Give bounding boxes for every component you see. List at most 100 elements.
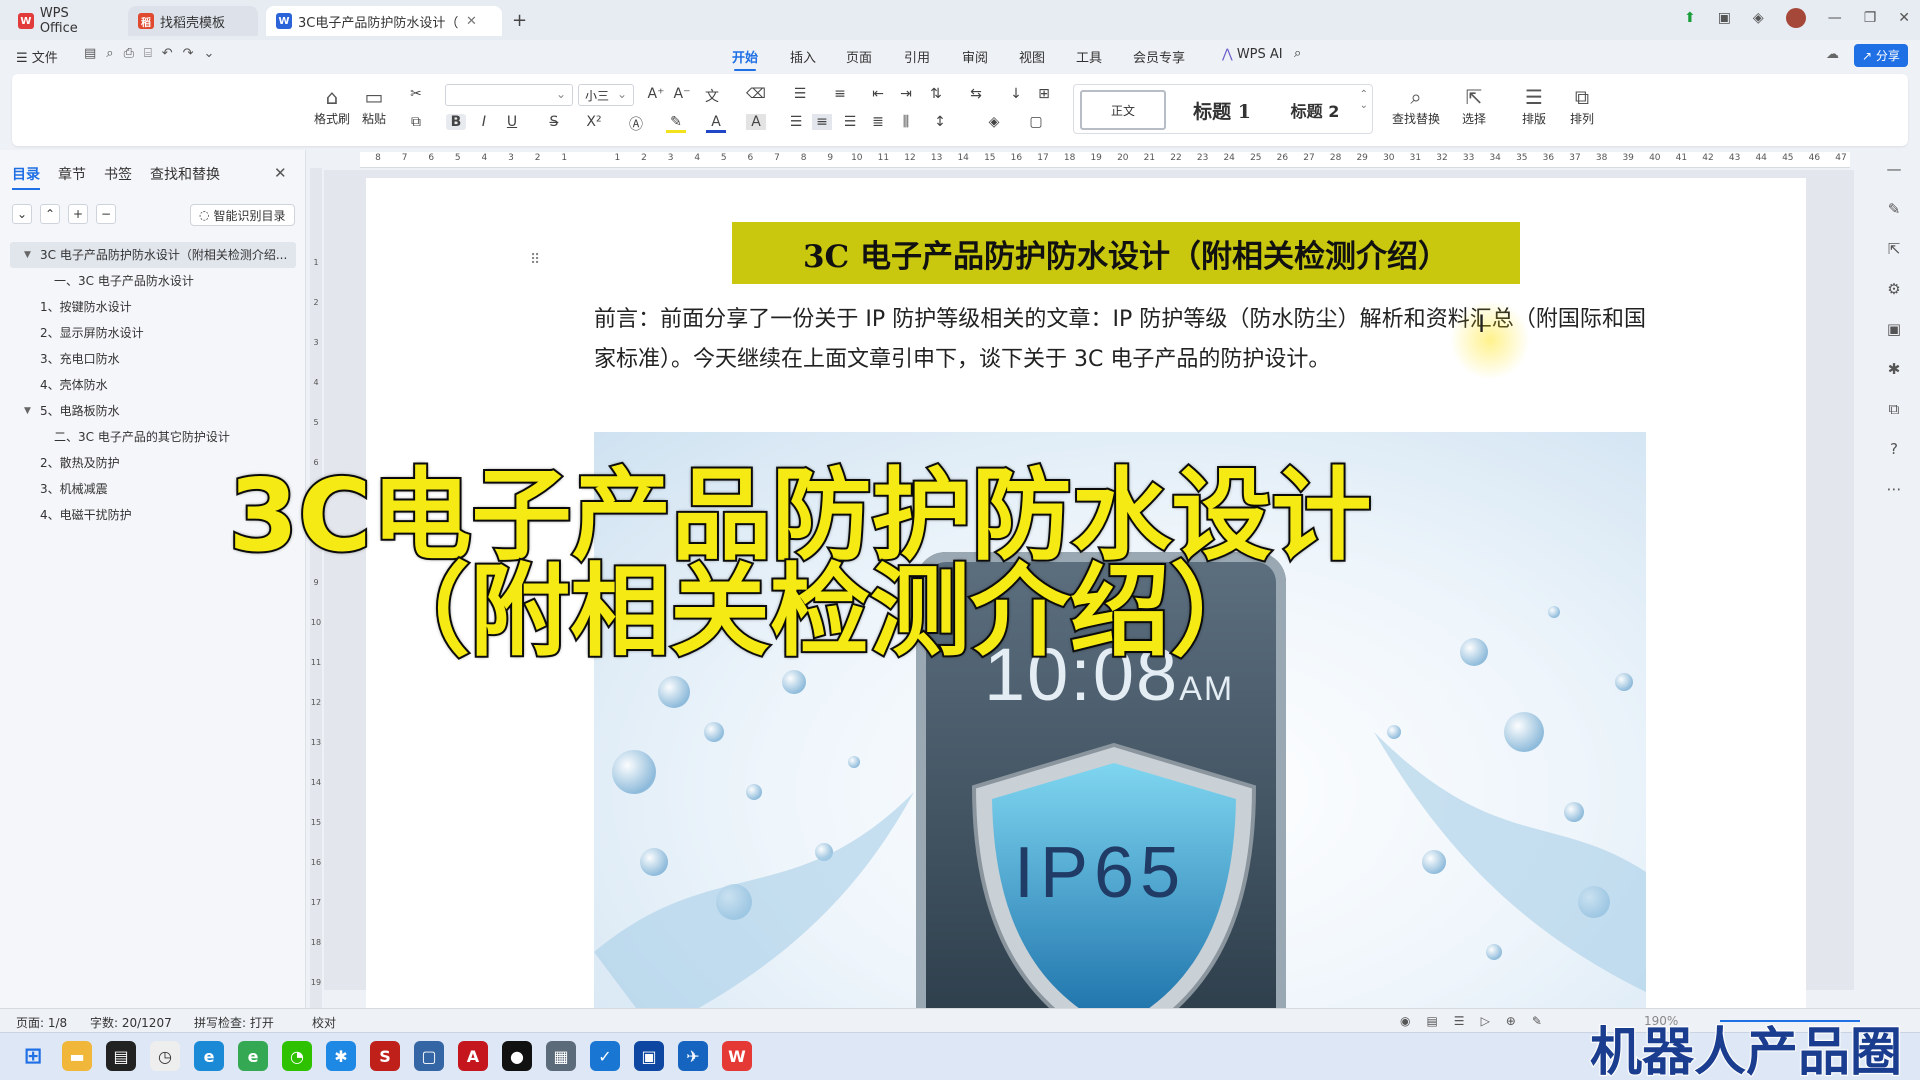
tab-page[interactable]: 页面 [846,47,872,66]
upload-icon[interactable]: ⬆ [1684,10,1696,26]
tab-template[interactable]: 稻 找稻壳模板 [128,6,258,36]
new-tab-icon[interactable]: + [512,10,527,31]
sidebar-tab-toc[interactable]: 目录 [12,164,40,190]
table-icon[interactable]: ⊞ [1034,86,1054,102]
toc-item[interactable]: 4、壳体防水 [10,372,296,398]
edge-icon[interactable]: e [194,1041,224,1071]
image-edit-icon[interactable]: ▣ [1874,320,1914,360]
solidworks-icon[interactable]: S [370,1041,400,1071]
minus-icon[interactable]: — [1874,160,1914,200]
proofread[interactable]: 校对 [312,1014,336,1031]
toc-item[interactable]: ▼ 5、电路板防水 [10,398,296,424]
toc-item[interactable]: 2、显示屏防水设计 [10,320,296,346]
translate-icon[interactable]: ⧉ [1874,400,1914,440]
align-right-icon[interactable]: ☰ [840,114,860,130]
toc-item[interactable]: 3、充电口防水 [10,346,296,372]
swap-icon[interactable]: ⇆ [966,86,986,102]
sidebar-tab-find[interactable]: 查找和替换 [150,164,220,190]
file-explorer-icon[interactable]: ▬ [62,1041,92,1071]
align-left-icon[interactable]: ☰ [786,114,806,130]
tab-reference[interactable]: 引用 [904,47,930,66]
style-heading-2[interactable]: 标题 2 [1270,90,1360,130]
clear-format-icon[interactable]: ⌫ [746,86,766,102]
strikethrough-icon[interactable]: S̶ [544,114,564,130]
format-painter-button[interactable]: ⌂ 格式刷 [314,84,350,127]
editor-icon[interactable]: ▣ [634,1041,664,1071]
pinyin-icon[interactable]: 文 [702,86,722,106]
cut-icon[interactable]: ✂ [406,86,426,102]
share-button[interactable]: ↗ 分享 [1854,44,1908,67]
text-direction-icon[interactable]: ⇅ [926,86,946,102]
remove-level-icon[interactable]: − [96,204,116,224]
style-normal[interactable]: 正文 [1080,90,1166,130]
close-window-icon[interactable]: ✕ [1898,10,1910,26]
bullet-list-icon[interactable]: ☰ [790,86,810,102]
highlight-icon[interactable]: ✎ [666,114,686,133]
close-pane-icon[interactable]: ✕ [274,164,287,182]
tab-tools[interactable]: 工具 [1076,47,1102,66]
sticky-notes-icon[interactable]: ▤ [106,1041,136,1071]
restore-icon[interactable]: ❐ [1864,10,1877,26]
sidebar-tab-chapter[interactable]: 章节 [58,164,86,190]
wechat-icon[interactable]: ◔ [282,1041,312,1071]
find-replace-button[interactable]: ⌕ 查找替换 [1392,84,1440,127]
record-icon[interactable]: ● [502,1041,532,1071]
cursor-icon[interactable]: ⇱ [1874,240,1914,280]
number-list-icon[interactable]: ≡ [830,86,850,102]
help-icon[interactable]: ? [1874,440,1914,480]
quick-access-icons[interactable]: ▤⌕⎙⌸↶↷⌄ [84,46,224,61]
align-center-icon[interactable]: ≡ [812,114,832,130]
toc-item[interactable]: 1、按键防水设计 [10,294,296,320]
paste-button[interactable]: ▭ 粘贴 [362,84,386,127]
minimize-icon[interactable]: — [1828,10,1842,26]
toc-item[interactable]: 一、3C 电子产品防水设计 [10,268,296,294]
tab-wps-office[interactable]: W WPS Office [8,6,120,36]
style-heading-1[interactable]: 标题 1 [1174,90,1270,130]
adjust-icon[interactable]: ⚙ [1874,280,1914,320]
arrange-button[interactable]: ⧉ 排列 [1570,84,1594,127]
tab-wps-ai[interactable]: ⋀ WPS AI [1222,47,1283,62]
tab-member[interactable]: 会员专享 [1133,47,1185,66]
search-icon[interactable]: ⌕ [1294,46,1301,61]
tab-review[interactable]: 审阅 [962,47,988,66]
styles-more-icon[interactable]: ⌃ ⌄ [1360,89,1368,111]
collapse-up-icon[interactable]: ⌃ [40,204,60,224]
document-title[interactable]: 3C 电子产品防护防水设计（附相关检测介绍） [732,222,1520,284]
underline-button[interactable]: U [502,114,522,130]
increase-indent-icon[interactable]: ⇥ [896,86,916,102]
font-size-select[interactable]: 小三 ⌄ [578,84,634,106]
tab-insert[interactable]: 插入 [790,47,816,66]
more-icon[interactable]: ⋯ [1874,480,1914,520]
select-button[interactable]: ⇱ 选择 [1462,84,1486,127]
tools-icon[interactable]: ✱ [1874,360,1914,400]
file-menu[interactable]: ☰ 文件 [16,47,58,66]
add-level-icon[interactable]: + [68,204,88,224]
justify-icon[interactable]: ≣ [868,114,888,130]
avatar[interactable] [1785,8,1806,28]
smart-toc-button[interactable]: ◌ 智能识别目录 [190,204,295,226]
font-color-button[interactable]: A [706,114,726,133]
tab-start[interactable]: 开始 [732,47,758,71]
view-mode-icons[interactable]: ◉▤☰▷⊕✎ [1400,1014,1558,1028]
layout-button[interactable]: ☰ 排版 [1522,84,1546,127]
app-icon[interactable]: ✱ [326,1041,356,1071]
wps-taskbar-icon[interactable]: W [722,1041,752,1071]
page-count[interactable]: 页面: 1/8 [16,1014,67,1031]
distribute-icon[interactable]: ⫼ [896,114,916,130]
horizontal-ruler[interactable]: 8 7 6 5 4 3 2 1 1 2 3 4 5 6 7 8 9 10 11 12 13 14 15 16 17 18 19 20 2… [360,152,1850,168]
window-app-icon[interactable]: ▢ [414,1041,444,1071]
calculator-icon[interactable]: ▦ [546,1041,576,1071]
copy-icon[interactable]: ⧉ [406,114,426,130]
tab-view[interactable]: 视图 [1019,47,1045,66]
cloud-icon[interactable]: ☁ [1826,47,1839,62]
dingtalk-icon[interactable]: ✈ [678,1041,708,1071]
char-shading-icon[interactable]: A [746,114,766,130]
pdf-icon[interactable]: A [458,1041,488,1071]
pen-icon[interactable]: ✎ [1874,200,1914,240]
decrease-indent-icon[interactable]: ⇤ [868,86,888,102]
italic-button[interactable]: I [474,114,494,130]
superscript-icon[interactable]: X² [584,114,604,130]
expand-down-icon[interactable]: ⌄ [12,204,32,224]
text-effect-icon[interactable]: Ⓐ [626,114,646,134]
line-spacing-icon[interactable]: ↕ [930,114,950,130]
